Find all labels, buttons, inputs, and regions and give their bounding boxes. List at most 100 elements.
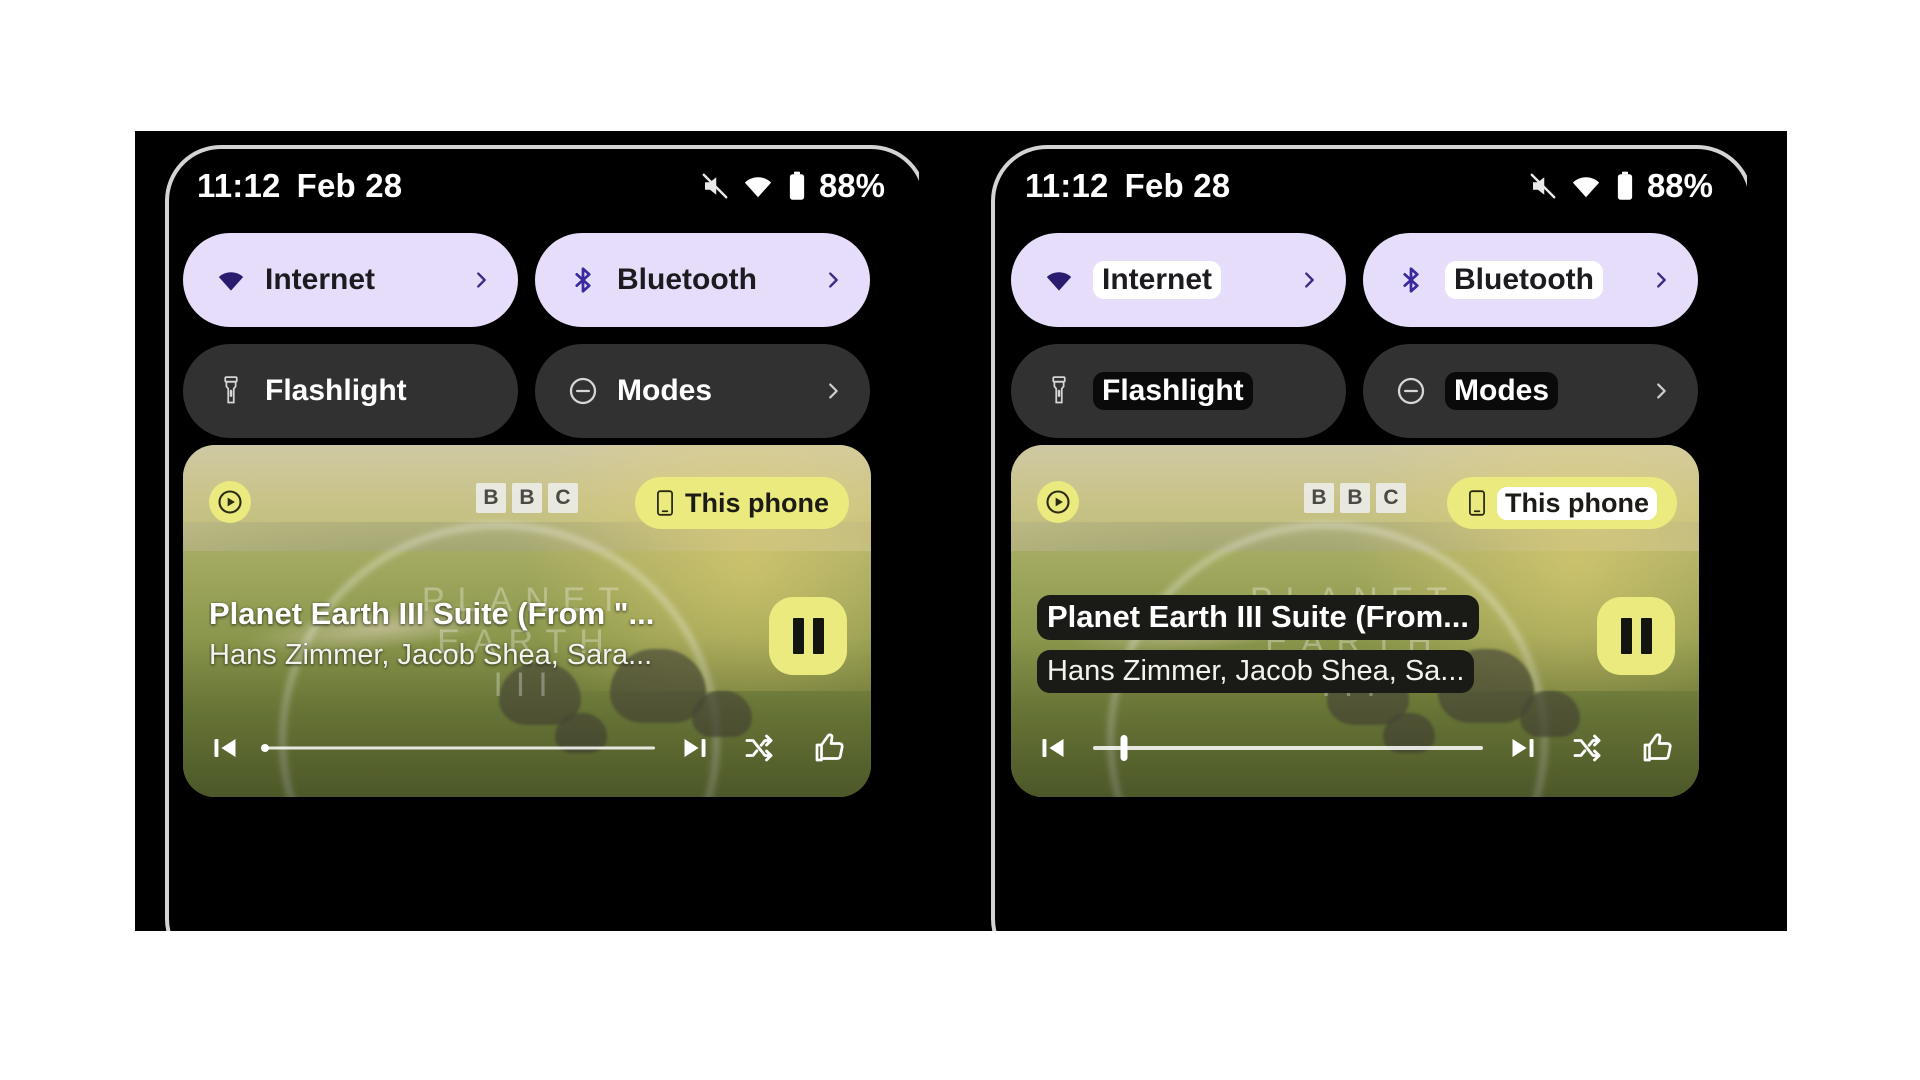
- chevron-right-icon[interactable]: [822, 380, 844, 402]
- artwork-broadcaster-logo: B B C: [1304, 483, 1406, 513]
- tile-bluetooth[interactable]: Bluetooth: [1363, 233, 1698, 327]
- phone-panel-left: 11:12 Feb 28 88% Internet Bluetooth Flas…: [135, 131, 919, 931]
- tile-internet[interactable]: Internet: [183, 233, 518, 327]
- battery-icon: [786, 171, 808, 201]
- bluetooth-icon: [1391, 265, 1431, 295]
- bluetooth-icon: [563, 265, 603, 295]
- tile-modes[interactable]: Modes: [535, 344, 870, 438]
- bottom-fade: [0, 930, 1920, 1080]
- tile-flashlight[interactable]: Flashlight: [1011, 344, 1346, 438]
- wifi-icon: [1039, 263, 1079, 297]
- output-device-chip[interactable]: This phone: [635, 477, 849, 529]
- output-device-label: This phone: [685, 487, 829, 518]
- status-bar-right: 88%: [1528, 159, 1713, 213]
- minus-circle-icon: [563, 375, 603, 407]
- artwork-broadcaster-logo: B B C: [476, 483, 578, 513]
- phone-icon: [1467, 490, 1487, 516]
- pause-button[interactable]: [1597, 597, 1675, 675]
- play-circle-icon[interactable]: [209, 481, 251, 523]
- tile-label: Flashlight: [1093, 372, 1253, 410]
- wifi-icon: [743, 171, 773, 201]
- skip-next-icon[interactable]: [1505, 730, 1541, 766]
- status-bar-left: 11:12 Feb 28: [1025, 159, 1230, 213]
- device-comparison-band: 11:12 Feb 28 88% Internet Bluetooth Flas…: [135, 131, 1787, 931]
- battery-percent: 88%: [818, 167, 885, 204]
- battery-icon: [1614, 171, 1636, 201]
- logo-letter: C: [548, 483, 578, 513]
- pause-icon-bar: [812, 618, 824, 654]
- pause-button[interactable]: [769, 597, 847, 675]
- chevron-right-icon[interactable]: [822, 269, 844, 291]
- battery-percent: 88%: [1646, 167, 1713, 204]
- media-progress-slider[interactable]: [1093, 735, 1483, 761]
- logo-letter: B: [512, 483, 542, 513]
- volume-mute-icon: [1528, 171, 1558, 201]
- status-bar-right: 88%: [700, 159, 885, 213]
- logo-letter: C: [1376, 483, 1406, 513]
- media-title: Planet Earth III Suite (From...: [1037, 595, 1480, 640]
- flashlight-icon: [211, 376, 251, 406]
- thumbs-up-icon[interactable]: [1639, 730, 1675, 766]
- pause-icon-bar: [1620, 618, 1632, 654]
- minus-circle-icon: [1391, 375, 1431, 407]
- quick-settings-tiles: Internet Bluetooth Flashlight Modes: [183, 233, 871, 438]
- tile-label: Bluetooth: [1445, 261, 1603, 299]
- tile-label: Bluetooth: [617, 263, 757, 296]
- progress-handle[interactable]: [1120, 735, 1128, 761]
- status-bar-left: 11:12 Feb 28: [197, 159, 402, 213]
- chevron-right-icon[interactable]: [1298, 269, 1320, 291]
- output-device-chip[interactable]: This phone: [1447, 477, 1677, 529]
- media-player-card[interactable]: PLANET EARTH III B B C This phone: [183, 445, 871, 797]
- media-artist: Hans Zimmer, Jacob Shea, Sara...: [209, 638, 653, 671]
- progress-track: [265, 746, 655, 750]
- status-bar: 11:12 Feb 28 88%: [963, 159, 1747, 213]
- thumbs-up-icon[interactable]: [811, 730, 847, 766]
- tile-bluetooth[interactable]: Bluetooth: [535, 233, 870, 327]
- media-progress-slider[interactable]: [261, 735, 655, 761]
- logo-letter: B: [476, 483, 506, 513]
- chevron-right-icon[interactable]: [470, 269, 492, 291]
- shuffle-icon[interactable]: [1569, 730, 1605, 766]
- skip-next-icon[interactable]: [677, 730, 713, 766]
- wifi-icon: [1571, 171, 1601, 201]
- play-circle-icon[interactable]: [1037, 481, 1079, 523]
- shuffle-icon[interactable]: [741, 730, 777, 766]
- media-player-card[interactable]: PLANET EARTH III B B C This phone: [1011, 445, 1699, 797]
- media-controls: [207, 725, 847, 771]
- quick-settings-tiles: Internet Bluetooth Flashlight Modes: [1011, 233, 1699, 438]
- status-time: 11:12: [197, 167, 281, 204]
- skip-previous-icon[interactable]: [207, 730, 243, 766]
- progress-track: [1093, 746, 1483, 750]
- media-text-block: Planet Earth III Suite (From... Hans Zim…: [1037, 595, 1507, 698]
- status-date: Feb 28: [296, 167, 403, 204]
- tile-flashlight[interactable]: Flashlight: [183, 344, 518, 438]
- wifi-icon: [211, 263, 251, 297]
- tile-label: Flashlight: [265, 374, 407, 407]
- pause-icon-bar: [1640, 618, 1652, 654]
- chevron-right-icon[interactable]: [1650, 269, 1672, 291]
- tile-modes[interactable]: Modes: [1363, 344, 1698, 438]
- volume-mute-icon: [700, 171, 730, 201]
- tile-label: Modes: [617, 374, 713, 407]
- output-device-label: This phone: [1497, 486, 1657, 520]
- tile-label: Internet: [1093, 261, 1222, 299]
- media-artist: Hans Zimmer, Jacob Shea, Sa...: [1037, 649, 1475, 694]
- status-time: 11:12: [1025, 167, 1109, 204]
- logo-letter: B: [1340, 483, 1370, 513]
- phone-panel-right: 11:12 Feb 28 88% Internet Bluetooth Flas…: [963, 131, 1747, 931]
- status-date: Feb 28: [1124, 167, 1231, 204]
- media-controls: [1035, 725, 1675, 771]
- phone-icon: [655, 490, 675, 516]
- media-text-block: Planet Earth III Suite (From "... Hans Z…: [209, 595, 679, 674]
- skip-previous-icon[interactable]: [1035, 730, 1071, 766]
- progress-handle[interactable]: [261, 744, 269, 752]
- status-bar: 11:12 Feb 28 88%: [135, 159, 919, 213]
- screenshot-stage: 11:12 Feb 28 88% Internet Bluetooth Flas…: [0, 0, 1920, 1080]
- pause-icon-bar: [792, 618, 804, 654]
- flashlight-icon: [1039, 376, 1079, 406]
- chevron-right-icon[interactable]: [1650, 380, 1672, 402]
- tile-label: Internet: [265, 263, 376, 296]
- tile-internet[interactable]: Internet: [1011, 233, 1346, 327]
- media-title: Planet Earth III Suite (From "...: [209, 596, 655, 631]
- tile-label: Modes: [1445, 372, 1559, 410]
